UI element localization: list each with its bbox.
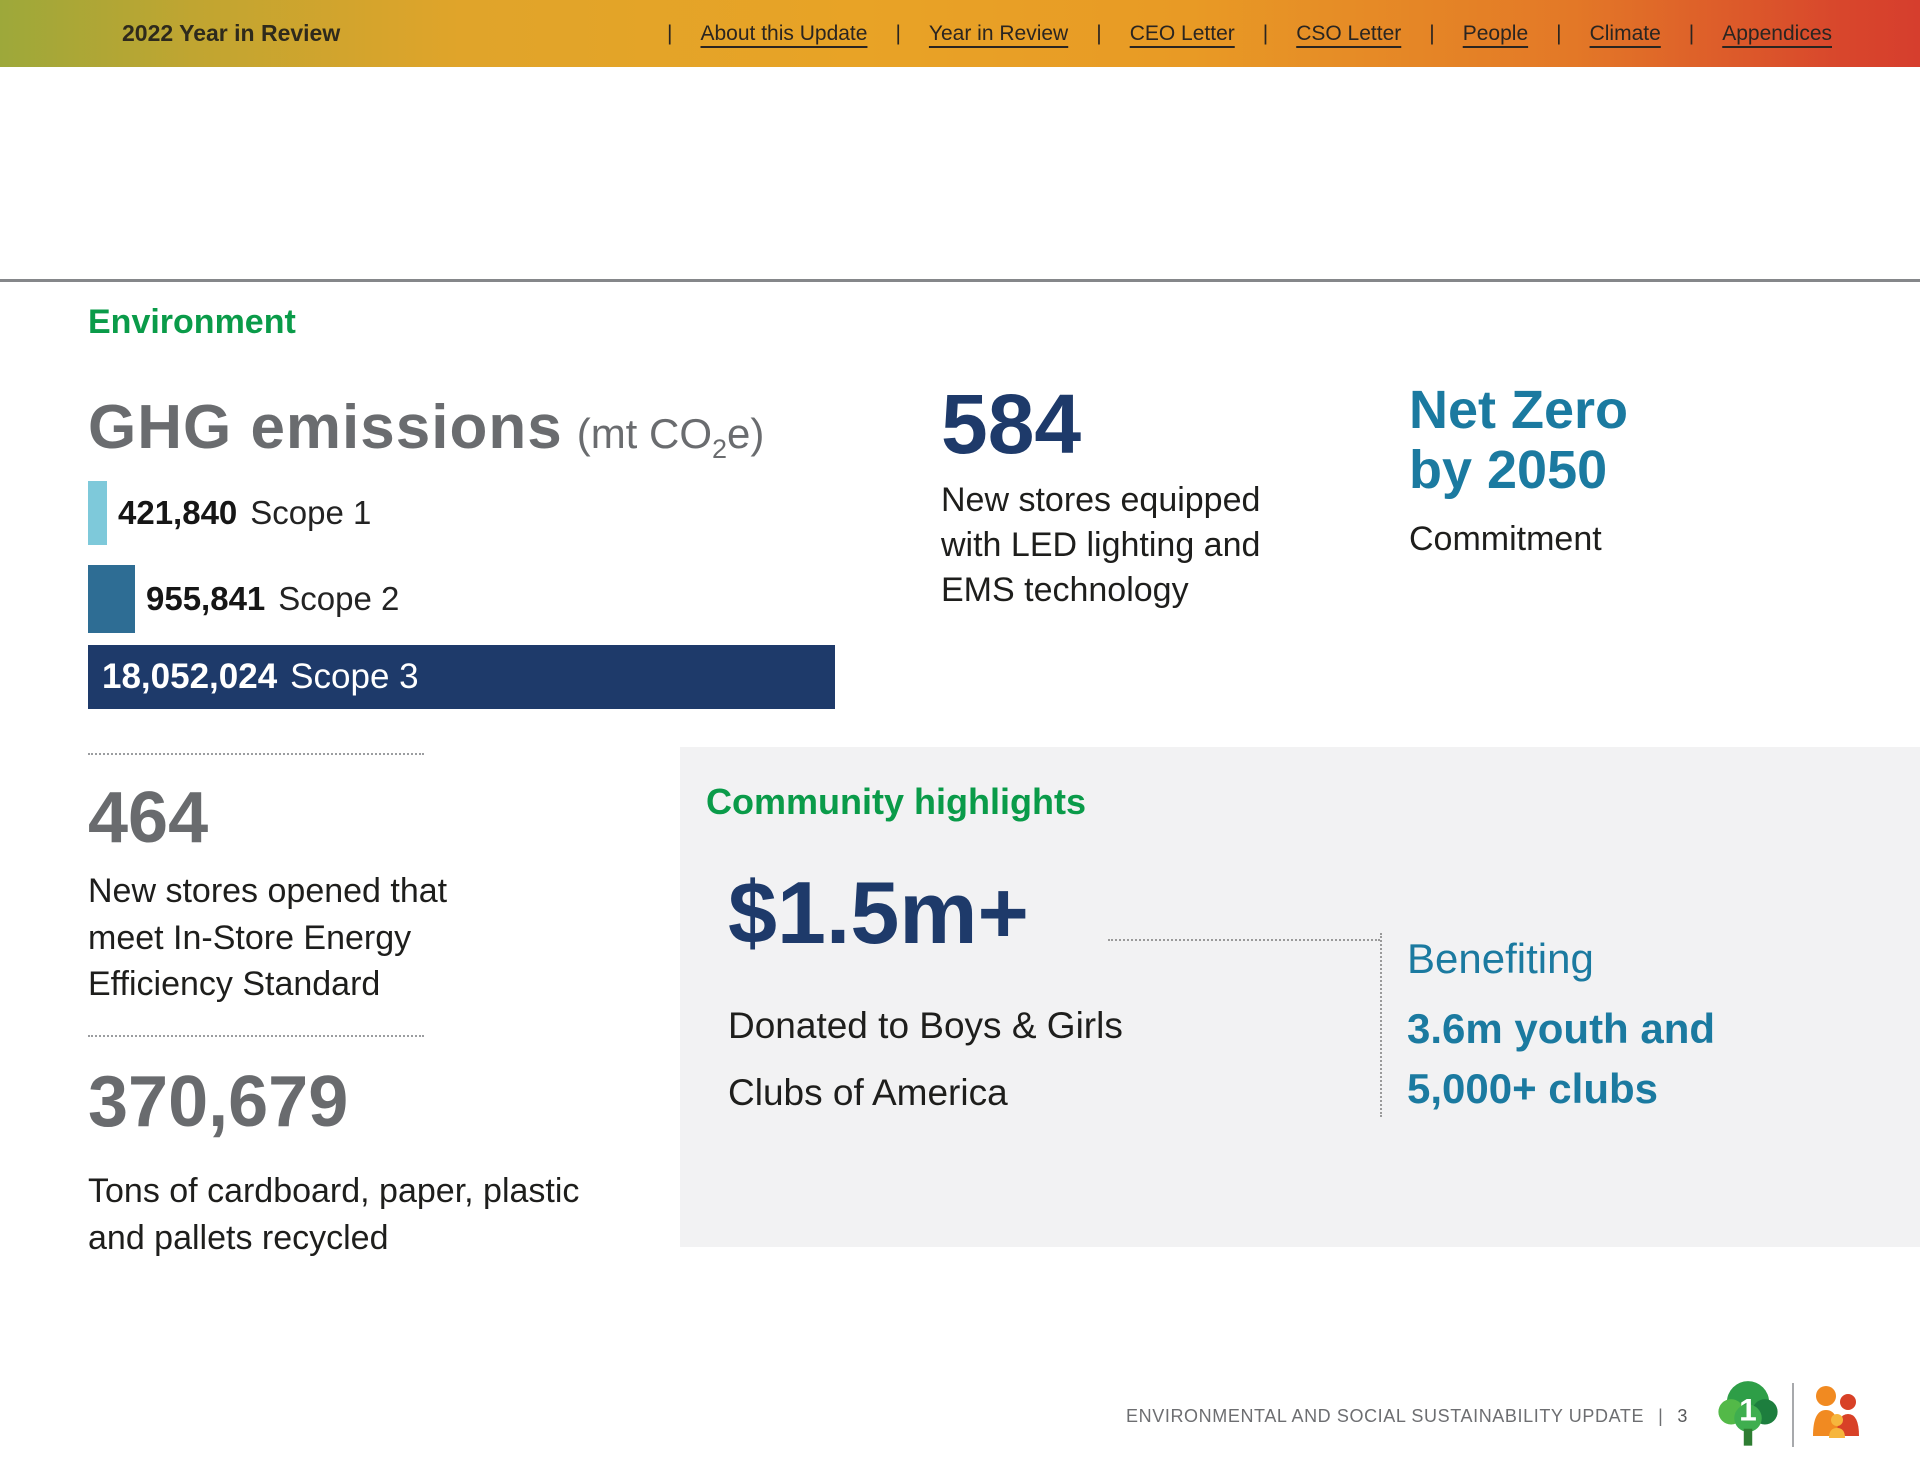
net-zero-headline: Net Zero by 2050: [1409, 380, 1628, 501]
stat-led-stores-value: 584: [941, 382, 1081, 466]
community-highlights-box: Community highlights $1.5m+ Donated to B…: [680, 747, 1920, 1247]
stat-led-stores-description: New stores equipped with LED lighting an…: [941, 478, 1321, 613]
nav-separator: |: [1263, 22, 1268, 46]
ghg-unit: (mt CO2e): [577, 410, 765, 457]
net-zero-line2: by 2050: [1409, 440, 1628, 500]
ghg-title: GHG emissions: [88, 393, 563, 462]
dotted-vertical-divider: [1380, 933, 1382, 1117]
scope1-bar: [88, 481, 107, 545]
nav-separator: |: [1689, 22, 1694, 46]
dollar-tree-logo-icon: 1: [1716, 1378, 1780, 1452]
footer-text: ENVIRONMENTAL AND SOCIAL SUSTAINABILITY …: [1126, 1406, 1644, 1427]
dotted-divider: [88, 1035, 424, 1037]
scope1-value: 421,840: [118, 494, 237, 532]
community-heading: Community highlights: [706, 781, 1086, 823]
nav-separator: |: [895, 22, 900, 46]
donation-amount: $1.5m+: [728, 869, 1029, 957]
section-label-environment: Environment: [88, 303, 296, 342]
bar-row-scope3: 18,052,024 Scope 3: [88, 645, 835, 709]
stat-recycled-description: Tons of cardboard, paper, plastic and pa…: [88, 1168, 598, 1261]
report-page: 2022 Year in Review | About this Update …: [0, 0, 1920, 1474]
nav-separator: |: [1556, 22, 1561, 46]
scope1-label: Scope 1: [250, 494, 371, 532]
scope3-bar: 18,052,024 Scope 3: [88, 645, 835, 709]
scope2-label: Scope 2: [278, 580, 399, 618]
brand-logos: 1: [1716, 1378, 1866, 1452]
ghg-unit-open: (mt CO: [577, 410, 712, 457]
scope2-value: 955,841: [146, 580, 265, 618]
header-divider-rule: [0, 279, 1920, 282]
nav-link-cso-letter[interactable]: CSO Letter: [1296, 22, 1401, 46]
scope3-label: Scope 3: [290, 657, 418, 697]
nav-separator: |: [667, 22, 672, 46]
ghg-unit-close: e): [727, 410, 764, 457]
net-zero-line1: Net Zero: [1409, 380, 1628, 440]
scope2-bar: [88, 565, 135, 633]
nav-link-appendices[interactable]: Appendices: [1722, 22, 1832, 46]
ghg-emissions-heading: GHG emissions (mt CO2e): [88, 392, 764, 465]
stat-stores-efficiency-description: New stores opened that meet In-Store Ene…: [88, 868, 508, 1008]
nav-separator: |: [1429, 22, 1434, 46]
benefit-label: Benefiting: [1407, 935, 1594, 983]
scope3-value: 18,052,024: [102, 657, 277, 697]
benefit-detail: 3.6m youth and 5,000+ clubs: [1407, 999, 1787, 1118]
bar-row-scope2: 955,841 Scope 2: [88, 565, 835, 633]
stat-stores-efficiency-value: 464: [88, 782, 208, 854]
nav-link-climate[interactable]: Climate: [1590, 22, 1661, 46]
nav-link-about-this-update[interactable]: About this Update: [701, 22, 868, 46]
dollar-tree-logo-one: 1: [1739, 1391, 1757, 1427]
nav-separator: |: [1096, 22, 1101, 46]
nav-link-ceo-letter[interactable]: CEO Letter: [1130, 22, 1235, 46]
footer-separator: |: [1658, 1406, 1663, 1427]
top-nav: | About this Update | Year in Review | C…: [667, 0, 1832, 67]
page-number: 3: [1677, 1406, 1688, 1427]
dotted-leader-line: [1108, 939, 1380, 941]
ghg-unit-subscript: 2: [712, 434, 727, 464]
bar-row-scope1: 421,840 Scope 1: [88, 481, 835, 545]
donation-description: Donated to Boys & Girls Clubs of America: [728, 993, 1198, 1126]
dotted-divider: [88, 753, 424, 755]
net-zero-caption: Commitment: [1409, 520, 1602, 559]
stat-recycled-value: 370,679: [88, 1066, 348, 1138]
top-nav-bar: 2022 Year in Review | About this Update …: [0, 0, 1920, 67]
footer-caption: ENVIRONMENTAL AND SOCIAL SUSTAINABILITY …: [1126, 1406, 1688, 1427]
report-title: 2022 Year in Review: [122, 0, 340, 67]
nav-link-people[interactable]: People: [1463, 22, 1528, 46]
logo-divider: [1792, 1383, 1794, 1447]
family-dollar-logo-icon: [1806, 1380, 1866, 1450]
nav-link-year-in-review[interactable]: Year in Review: [929, 22, 1068, 46]
ghg-bar-chart: 421,840 Scope 1 955,841 Scope 2 18,052,0…: [88, 481, 835, 709]
